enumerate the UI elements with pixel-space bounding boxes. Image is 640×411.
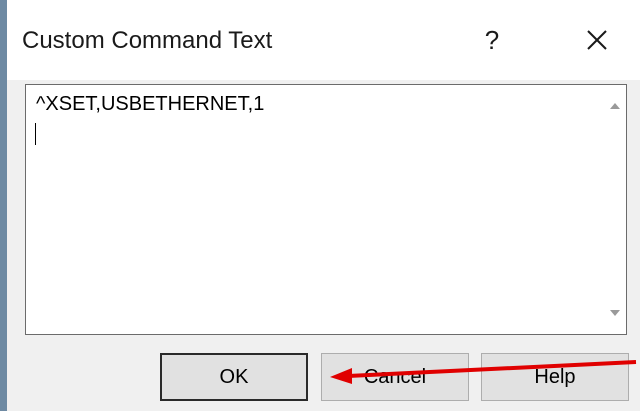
custom-command-dialog: Custom Command Text ? ^XSET,USBETHERNET,… xyxy=(7,0,640,411)
dialog-title: Custom Command Text xyxy=(22,27,273,54)
scroll-down-arrow-icon[interactable] xyxy=(610,310,620,316)
close-button[interactable] xyxy=(572,10,622,70)
context-help-button[interactable]: ? xyxy=(467,10,517,70)
cancel-button[interactable]: Cancel xyxy=(321,353,469,401)
close-icon xyxy=(587,30,607,50)
command-text-area[interactable]: ^XSET,USBETHERNET,1 xyxy=(25,84,627,335)
text-caret xyxy=(35,123,36,145)
vertical-scrollbar[interactable] xyxy=(602,85,626,334)
help-button[interactable]: Help xyxy=(481,353,629,401)
title-bar: Custom Command Text ? xyxy=(7,0,640,80)
command-text: ^XSET,USBETHERNET,1 xyxy=(36,93,265,115)
scroll-up-arrow-icon[interactable] xyxy=(610,103,620,109)
ok-button[interactable]: OK xyxy=(160,353,308,401)
